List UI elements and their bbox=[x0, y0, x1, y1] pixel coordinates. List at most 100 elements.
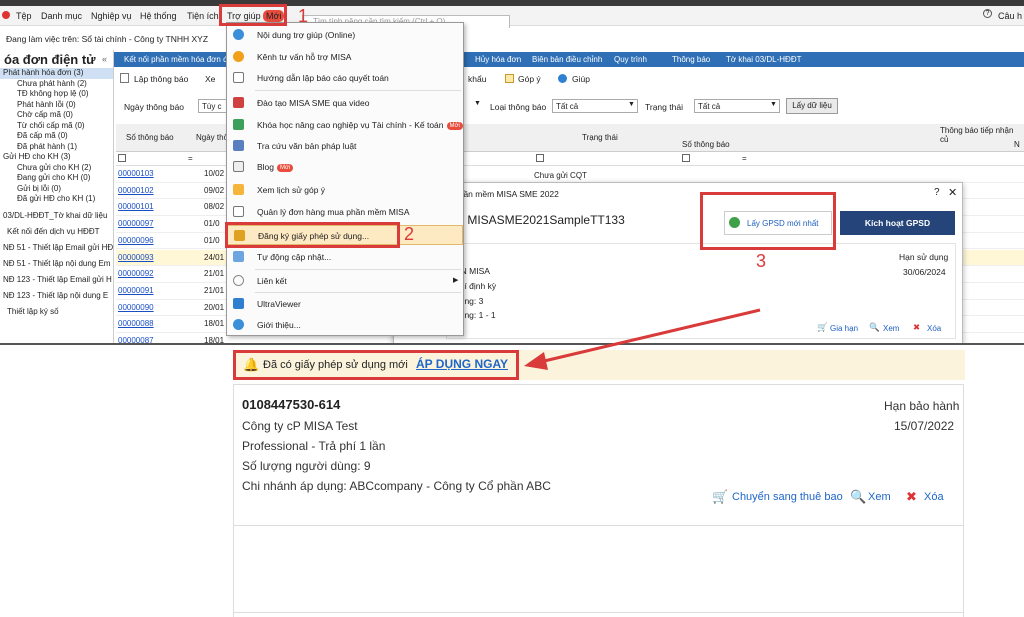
create-notice-button[interactable]: Lập thông báo bbox=[134, 74, 188, 84]
delete-link[interactable]: Xóa bbox=[927, 324, 941, 333]
menu-item-links[interactable]: Liên kết ▶ bbox=[227, 271, 463, 291]
view-link[interactable]: Xem bbox=[883, 324, 899, 333]
delete-link[interactable]: Xóa bbox=[924, 491, 944, 503]
notice-number-link[interactable]: 00000101 bbox=[118, 202, 154, 211]
menu-item-settlement-guide[interactable]: Hướng dẫn lập báo cáo quyết toán bbox=[227, 68, 463, 88]
toolbar-x-button[interactable]: Xe bbox=[205, 74, 215, 84]
question-icon[interactable]: ? bbox=[983, 9, 992, 18]
menu-item-feedback-history[interactable]: Xem lịch sử góp ý bbox=[227, 180, 463, 200]
tab-declaration[interactable]: Tờ khai 03/DL-HĐĐT bbox=[726, 55, 801, 64]
warranty-date: 15/07/2022 bbox=[894, 419, 955, 433]
help-link[interactable]: Câu h bbox=[998, 11, 1022, 21]
menu-operations[interactable]: Nghiệp vụ bbox=[91, 11, 132, 21]
filter-icon[interactable] bbox=[536, 154, 544, 162]
tree-item[interactable]: Gửi bị lỗi (0) bbox=[0, 184, 113, 195]
menu-item-support-channel[interactable]: Kênh tư vấn hỗ trợ MISA bbox=[227, 47, 463, 67]
menu-item-label: Tra cứu văn bản pháp luật bbox=[257, 141, 357, 151]
notice-number-link[interactable]: 00000103 bbox=[118, 169, 154, 178]
notice-number-link[interactable]: 00000092 bbox=[118, 269, 154, 278]
notice-number-link[interactable]: 00000102 bbox=[118, 186, 154, 195]
col-date[interactable]: Ngày thô bbox=[196, 133, 228, 142]
tree-item[interactable]: Gửi HĐ cho KH (3) bbox=[0, 152, 113, 163]
switch-subscription-link[interactable]: Chuyển sang thuê bao bbox=[732, 491, 843, 503]
menu-item-advanced-course[interactable]: Khóa học nâng cao nghiệp vụ Tài chính - … bbox=[227, 115, 463, 135]
link-item[interactable]: 03/DL-HĐĐT_Tờ khai dữ liệu bbox=[0, 208, 113, 224]
tree-item[interactable]: Chờ cấp mã (0) bbox=[0, 110, 113, 121]
status-select[interactable]: Tất cả bbox=[694, 99, 780, 113]
chevron-down-icon[interactable]: ▼ bbox=[474, 100, 481, 107]
view-link[interactable]: Xem bbox=[868, 491, 891, 503]
menu-catalog[interactable]: Danh mục bbox=[41, 11, 82, 21]
link-item[interactable]: Kết nối đến dịch vụ HĐĐT bbox=[0, 224, 113, 240]
notice-number-link[interactable]: 00000096 bbox=[118, 236, 154, 245]
type-select[interactable]: Tất cả bbox=[552, 99, 638, 113]
tree-item[interactable]: Đã cấp mã (0) bbox=[0, 131, 113, 142]
tab-adjustment[interactable]: Biên bản điều chỉnh bbox=[532, 55, 602, 64]
load-data-button[interactable]: Lấy dữ liệu bbox=[786, 98, 838, 114]
menu-item-order-management[interactable]: Quản lý đơn hàng mua phần mềm MISA bbox=[227, 202, 463, 222]
activate-license-button[interactable]: Kích hoạt GPSD bbox=[840, 211, 955, 235]
tab-notice[interactable]: Thông báo bbox=[672, 55, 710, 64]
tree-item[interactable]: Phát hành hóa đơn (3) bbox=[0, 68, 113, 79]
notice-date: 08/02 bbox=[204, 202, 225, 212]
renew-link[interactable]: Gia hạn bbox=[830, 324, 858, 333]
help-button[interactable]: Giúp bbox=[572, 74, 590, 84]
collapse-icon[interactable]: « bbox=[102, 54, 107, 64]
notice-number-link[interactable]: 00000090 bbox=[118, 303, 154, 312]
notice-number-link[interactable]: 00000097 bbox=[118, 219, 154, 228]
filter-icon[interactable] bbox=[682, 154, 690, 162]
notice-number-link[interactable]: 00000091 bbox=[118, 286, 154, 295]
link-item[interactable]: NĐ 123 - Thiết lập nội dung E bbox=[0, 288, 113, 304]
menu-item-online-help[interactable]: Nội dung trợ giúp (Online) bbox=[227, 25, 463, 45]
feedback-button[interactable]: Góp ý bbox=[518, 74, 541, 84]
dialog-help-icon[interactable]: ? bbox=[934, 187, 940, 198]
close-icon[interactable]: ✕ bbox=[948, 186, 957, 199]
date-select[interactable]: Tùy c bbox=[198, 99, 228, 113]
menu-item-legal-docs[interactable]: Tra cứu văn bản pháp luật bbox=[227, 136, 463, 156]
menu-item-label: Quản lý đơn hàng mua phần mềm MISA bbox=[257, 207, 410, 217]
tree-item[interactable]: TĐ không hợp lệ (0) bbox=[0, 89, 113, 100]
notice-date: 09/02 bbox=[204, 185, 225, 195]
menu-file[interactable]: Tệp bbox=[16, 11, 32, 21]
user-count: Số lượng người dùng: 9 bbox=[242, 459, 371, 473]
menu-item-blog[interactable]: Blog Mới bbox=[227, 157, 463, 177]
link-item[interactable]: NĐ 123 - Thiết lập Email gửi H bbox=[0, 272, 113, 288]
notice-number-link[interactable]: 00000088 bbox=[118, 319, 154, 328]
link-item[interactable]: NĐ 51 - Thiết lập Email gửi HĐ bbox=[0, 240, 113, 256]
col-sub-no[interactable]: Số thông báo bbox=[682, 140, 730, 149]
menu-utilities[interactable]: Tiện ích bbox=[187, 11, 219, 21]
menu-item-about[interactable]: Giới thiệu... bbox=[227, 315, 463, 335]
notice-date: 21/01 bbox=[204, 269, 225, 279]
link-item[interactable]: Thiết lập ký số bbox=[0, 304, 113, 320]
tab-process[interactable]: Quy trình bbox=[614, 55, 647, 64]
menu-item-ultraviewer[interactable]: UltraViewer bbox=[227, 294, 463, 314]
notice-date: 18/01 bbox=[204, 336, 225, 345]
col-n[interactable]: N bbox=[1014, 140, 1020, 149]
tree-item[interactable]: Phát hành lỗi (0) bbox=[0, 100, 113, 111]
license-key: 0108447530-614 bbox=[242, 397, 341, 412]
course-icon bbox=[233, 119, 244, 130]
export-button[interactable]: khẩu bbox=[468, 74, 486, 84]
menu-system[interactable]: Hệ thống bbox=[140, 11, 177, 21]
menu-item-auto-update[interactable]: Tự động cập nhật... bbox=[227, 247, 463, 267]
tab-cancel-invoice[interactable]: Hủy hóa đơn bbox=[475, 55, 521, 64]
menu-item-video-training[interactable]: Đào tạo MISA SME qua video bbox=[227, 93, 463, 113]
tree-item[interactable]: Đã phát hành (1) bbox=[0, 142, 113, 153]
tree-item[interactable]: Chưa phát hành (2) bbox=[0, 79, 113, 90]
tree-item[interactable]: Từ chối cấp mã (0) bbox=[0, 121, 113, 132]
support-icon bbox=[233, 51, 244, 62]
link-item[interactable]: NĐ 51 - Thiết lập nội dung Em bbox=[0, 256, 113, 272]
col-notice-no[interactable]: Số thông báo bbox=[126, 133, 174, 142]
col-status[interactable]: Trạng thái bbox=[582, 133, 618, 142]
tree-item[interactable]: Đã gửi HĐ cho KH (1) bbox=[0, 194, 113, 205]
notice-number-link[interactable]: 00000093 bbox=[118, 253, 154, 262]
cart-icon: 🛒 bbox=[817, 322, 828, 332]
tree-item[interactable]: Chưa gửi cho KH (2) bbox=[0, 163, 113, 174]
apply-now-link[interactable]: ÁP DỤNG NGAY bbox=[416, 357, 508, 371]
video-icon bbox=[233, 97, 244, 108]
tree-item[interactable]: Đang gửi cho KH (0) bbox=[0, 173, 113, 184]
notice-number-link[interactable]: 00000087 bbox=[118, 336, 154, 343]
filter-icon[interactable] bbox=[118, 154, 126, 162]
chevron-down-icon: ▼ bbox=[628, 101, 635, 108]
tab-connect[interactable]: Kết nối phần mềm hóa đơn đ bbox=[124, 55, 228, 64]
